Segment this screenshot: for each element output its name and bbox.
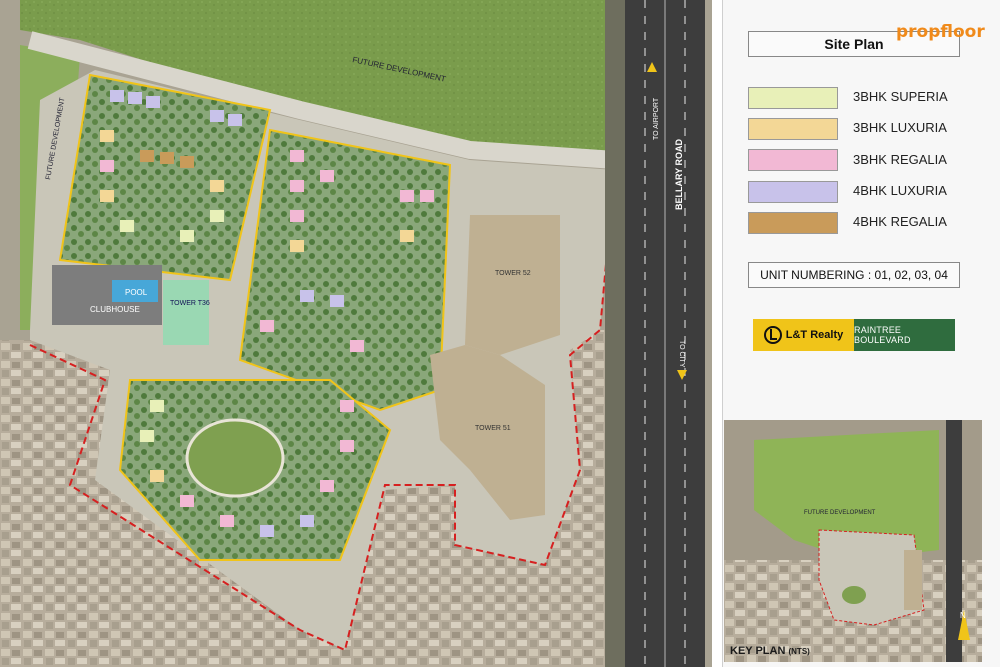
project-name-badge: RAINTREE BOULEVARD xyxy=(854,319,955,351)
legend-label-3bhk-luxuria: 3BHK LUXURIA xyxy=(853,120,947,135)
legend-label-4bhk-luxuria: 4BHK LUXURIA xyxy=(853,183,947,198)
developer-name: L&T Realty xyxy=(785,329,844,341)
brand-logo: propfloor xyxy=(896,22,985,42)
lt-logo-icon xyxy=(763,326,782,344)
key-plan-label: KEY PLAN (NTS) xyxy=(730,645,810,657)
legend-swatch-4bhk-luxuria xyxy=(748,181,838,203)
developer-badge: L&T Realty xyxy=(753,319,854,351)
legend-swatch-4bhk-regalia xyxy=(748,212,838,234)
site-plan-map: FUTURE DEVELOPMENT FUTURE DEVELOPMENT TO… xyxy=(0,0,712,667)
label-to-airport: TO AIRPORT xyxy=(653,97,660,140)
key-plan-note: (NTS) xyxy=(788,647,810,656)
label-tower-t36: TOWER T36 xyxy=(170,300,210,307)
legend-swatch-3bhk-superia xyxy=(748,87,838,109)
north-label: N xyxy=(960,611,966,620)
tower-t36 xyxy=(163,280,209,345)
legend-swatch-3bhk-luxuria xyxy=(748,118,838,140)
key-plan-map: FUTURE DEVELOPMENT N xyxy=(724,420,982,662)
legend-swatch-3bhk-regalia xyxy=(748,149,838,171)
label-bellary-road: BELLARY ROAD xyxy=(674,138,684,210)
label-clubhouse: CLUBHOUSE xyxy=(90,305,140,314)
label-tower-51: TOWER 51 xyxy=(475,425,511,432)
keyplan-future-dev-label: FUTURE DEVELOPMENT xyxy=(804,510,876,516)
key-plan-title: KEY PLAN xyxy=(730,645,786,657)
cricket-ground xyxy=(185,418,285,498)
label-to-city: TO CITY xyxy=(678,340,685,368)
legend-label-3bhk-superia: 3BHK SUPERIA xyxy=(853,89,948,104)
tower-52-block xyxy=(465,215,560,355)
tower-cluster-central xyxy=(238,128,452,412)
unit-numbering-box: UNIT NUMBERING : 01, 02, 03, 04 xyxy=(748,262,960,288)
label-tower-52: TOWER 52 xyxy=(495,270,531,277)
label-pool: POOL xyxy=(125,288,148,297)
legend-label-3bhk-regalia: 3BHK REGALIA xyxy=(853,152,947,167)
legend-label-4bhk-regalia: 4BHK REGALIA xyxy=(853,214,947,229)
